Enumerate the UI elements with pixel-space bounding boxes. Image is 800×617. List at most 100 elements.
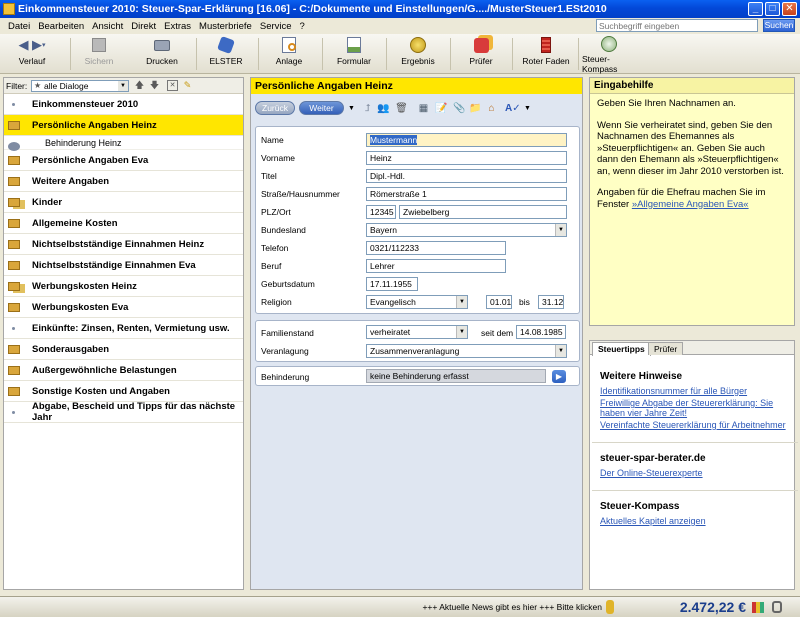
ergebnis-button[interactable]: Ergebnis — [398, 36, 438, 72]
nav-item-kinder[interactable]: Kinder — [4, 192, 243, 213]
maximize-button[interactable]: □ — [765, 2, 780, 16]
menu-service[interactable]: Service — [256, 21, 296, 32]
help-panel: Eingabehilfe Geben Sie Ihren Nachnamen a… — [589, 77, 795, 326]
geburtsdatum-field[interactable]: 17.11.1955 — [366, 277, 418, 291]
minimize-button[interactable]: _ — [748, 2, 763, 16]
people-icon[interactable]: 👥 — [377, 102, 390, 115]
bis-label: bis — [519, 297, 530, 307]
checker-icon — [472, 36, 490, 54]
nav-item-aussergewoehnliche-belastungen[interactable]: Außergewöhnliche Belastungen — [4, 360, 243, 381]
ort-field[interactable]: Zwiebelberg — [399, 205, 567, 219]
religion-to-field[interactable]: 31.12 — [538, 295, 564, 309]
familienstand-select[interactable]: verheiratet ▼ — [366, 325, 468, 339]
folder-icon — [8, 219, 20, 228]
titel-field[interactable]: Dipl.-Hdl. — [366, 169, 567, 183]
nav-item-einnahmen-eva[interactable]: Nichtselbstständige Einnahmen Eva — [4, 255, 243, 276]
search-input[interactable] — [596, 19, 758, 32]
anlage-button[interactable]: Anlage — [270, 36, 308, 72]
up-arrow-icon[interactable]: ⮥ — [361, 102, 374, 115]
tips-link[interactable]: Der Online-Steuerexperte — [600, 468, 790, 478]
calculator-icon[interactable]: ▦ — [417, 102, 430, 115]
nav-item-abgabe-bescheid[interactable]: Abgabe, Bescheid und Tipps für das nächs… — [4, 401, 243, 423]
drucken-button[interactable]: Drucken — [142, 36, 182, 72]
back-button[interactable]: Zurück — [255, 101, 295, 115]
nav-item-einkommensteuer[interactable]: Einkommensteuer 2010 — [4, 94, 243, 115]
app-icon — [3, 3, 15, 15]
tab-pruefer[interactable]: Prüfer — [648, 342, 684, 355]
beruf-field[interactable]: Lehrer — [366, 259, 506, 273]
tips-link[interactable]: Freiwillige Abgabe der Steuererklärung: … — [600, 398, 790, 418]
tips-link[interactable]: Vereinfachte Steuererklärung für Arbeitn… — [600, 420, 790, 430]
menu-bearbeiten[interactable]: Bearbeiten — [34, 21, 88, 32]
titel-label: Titel — [261, 171, 277, 181]
menu-extras[interactable]: Extras — [160, 21, 195, 32]
steuer-kompass-button[interactable]: Steuer-Kompass — [582, 36, 636, 74]
religion-select[interactable]: Evangelisch ▼ — [366, 295, 468, 309]
veranlagung-label: Veranlagung — [261, 346, 309, 356]
chart-icon[interactable] — [752, 602, 764, 613]
nav-item-allgemeine-kosten[interactable]: Allgemeine Kosten — [4, 213, 243, 234]
nav-item-sonstige-kosten[interactable]: Sonstige Kosten und Angaben — [4, 381, 243, 402]
verlauf-button[interactable]: ◀ ▶ ▾ Verlauf — [8, 36, 56, 72]
chevron-down-icon[interactable]: ▼ — [521, 102, 534, 115]
home-icon[interactable]: ⌂ — [485, 102, 498, 115]
menu-musterbriefe[interactable]: Musterbriefe — [195, 21, 256, 32]
search-button[interactable]: Suchen — [763, 19, 795, 32]
nav-item-persoenliche-angaben-heinz[interactable]: Persönliche Angaben Heinz — [4, 115, 243, 136]
nav-item-werbungskosten-heinz[interactable]: Werbungskosten Heinz — [4, 276, 243, 297]
elster-button[interactable]: ELSTER — [208, 36, 244, 72]
collapse-icon[interactable]: ✕ — [167, 80, 178, 91]
nav-item-einnahmen-heinz[interactable]: Nichtselbstständige Einnahmen Heinz — [4, 234, 243, 255]
tips-link[interactable]: Aktuelles Kapitel anzeigen — [600, 516, 790, 526]
strasse-field[interactable]: Römerstraße 1 — [366, 187, 567, 201]
menu-ansicht[interactable]: Ansicht — [88, 21, 127, 32]
nav-item-einkuenfte[interactable]: Einkünfte: Zinsen, Renten, Vermietung us… — [4, 318, 243, 339]
menu-help[interactable]: ? — [296, 21, 309, 32]
roter-faden-button[interactable]: Roter Faden — [522, 36, 570, 72]
bundesland-select[interactable]: Bayern ▼ — [366, 223, 567, 237]
page-title: Persönliche Angaben Heinz — [251, 78, 582, 94]
spellcheck-icon[interactable]: A✓ — [505, 102, 521, 115]
nav-item-persoenliche-angaben-eva[interactable]: Persönliche Angaben Eva — [4, 150, 243, 171]
disability-form: Behinderung keine Behinderung erfasst ▶ — [255, 366, 580, 386]
tab-steuertipps[interactable]: Steuertipps — [592, 342, 651, 356]
bullet-icon — [12, 327, 15, 330]
arrow-icon: ◀ ▶ ▾ — [18, 37, 46, 52]
next-button[interactable]: Weiter — [299, 101, 344, 115]
pin-icon[interactable]: ✎ — [182, 80, 193, 91]
chevron-down-icon: ▼ — [555, 345, 566, 357]
news-ticker[interactable]: +++ Aktuelle News gibt es hier +++ Bitte… — [422, 602, 602, 612]
seit-field[interactable]: 14.08.1985 — [516, 325, 566, 339]
formular-button[interactable]: Formular — [334, 36, 374, 72]
help-link-angaben-eva[interactable]: »Allgemeine Angaben Eva« — [632, 199, 749, 210]
filter-select[interactable]: ★ alle Dialoge ▼ — [31, 80, 129, 92]
name-field[interactable]: Mustermann — [366, 133, 567, 147]
menu-direkt[interactable]: Direkt — [127, 21, 160, 32]
disability-open-button[interactable]: ▶ — [552, 370, 566, 383]
arrow-up-icon[interactable]: 🡅 — [134, 80, 145, 91]
plz-field[interactable]: 12345 — [366, 205, 396, 219]
arrow-down-icon[interactable]: 🡇 — [149, 80, 160, 91]
veranlagung-select[interactable]: Zusammenveranlagung ▼ — [366, 344, 567, 358]
trash-icon[interactable]: 🗑 — [395, 102, 408, 115]
menu-datei[interactable]: Datei — [4, 21, 34, 32]
vorname-field[interactable]: Heinz — [366, 151, 567, 165]
nav-item-behinderung-heinz[interactable]: Behinderung Heinz — [4, 136, 243, 151]
lock-icon[interactable] — [772, 601, 782, 613]
note-icon[interactable]: 📝 — [435, 102, 448, 115]
close-button[interactable]: ✕ — [782, 2, 797, 16]
religion-from-field[interactable]: 01.01 — [486, 295, 512, 309]
nav-item-weitere-angaben[interactable]: Weitere Angaben — [4, 171, 243, 192]
tips-link[interactable]: Identifikationsnummer für alle Bürger — [600, 386, 790, 396]
nav-item-werbungskosten-eva[interactable]: Werbungskosten Eva — [4, 297, 243, 318]
filter-bar: Filter: ★ alle Dialoge ▼ 🡅 🡇 ✕ ✎ — [4, 78, 243, 94]
floppy-icon — [90, 36, 108, 54]
folder-icon[interactable]: 📁 — [469, 102, 482, 115]
clip-icon[interactable]: 📎 — [453, 102, 466, 115]
pruefer-button[interactable]: Prüfer — [462, 36, 500, 72]
sichern-button[interactable]: Sichern — [80, 36, 118, 72]
chevron-down-icon[interactable]: ▼ — [345, 102, 358, 115]
nav-item-sonderausgaben[interactable]: Sonderausgaben — [4, 339, 243, 360]
compass-icon — [600, 36, 618, 52]
telefon-field[interactable]: 0321/112233 — [366, 241, 506, 255]
